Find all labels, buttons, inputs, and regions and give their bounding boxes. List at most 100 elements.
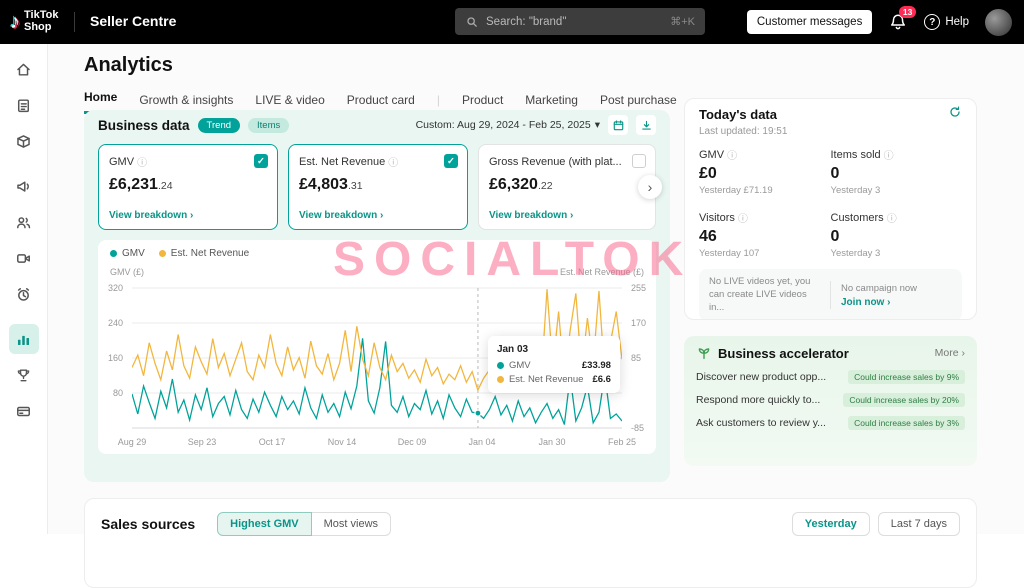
last-7-days-button[interactable]: Last 7 days [878, 512, 960, 536]
refresh-button[interactable] [948, 105, 962, 124]
caret-down-icon: ▾ [595, 119, 600, 131]
info-icon: ⓘ [884, 147, 894, 162]
sidebar-item-marketing[interactable] [9, 171, 39, 201]
x-axis-tick: Dec 09 [398, 437, 427, 447]
info-icon: ⓘ [137, 154, 147, 169]
today-metric-customers: Customersⓘ 0 Yesterday 3 [831, 210, 963, 259]
sales-increase-badge: Could increase sales by 9% [848, 370, 965, 384]
today-metrics-grid: GMVⓘ £0 Yesterday £71.19 Items soldⓘ 0 Y… [699, 147, 962, 259]
metric-sub: Yesterday £71.19 [699, 185, 831, 196]
business-data-title: Business data [98, 118, 190, 133]
live-notice-line1: No LIVE videos yet, you [709, 276, 820, 289]
gross-revenue-value-decimal: .22 [538, 180, 553, 192]
chart-plot-area[interactable]: Jan 03 GMV£33.98Est. Net Revenue£6.6 [132, 284, 622, 434]
sidebar-item-growth[interactable] [9, 360, 39, 390]
accelerator-more-link[interactable]: More › [935, 347, 965, 359]
tooltip-rows: GMV£33.98Est. Net Revenue£6.6 [497, 360, 611, 385]
avatar[interactable] [985, 9, 1012, 36]
right-axis-title: Est. Net Revenue (£) [560, 267, 644, 277]
gmv-value: £6,231 [109, 176, 158, 193]
net-revenue-checkbox[interactable]: ✓ [444, 154, 458, 168]
business-data-header: Business data Trend Items Custom: Aug 29… [98, 112, 656, 138]
x-axis-tick: Oct 17 [259, 437, 286, 447]
accelerator-item[interactable]: Ask customers to review y... Could incre… [696, 416, 965, 430]
sidebar-item-orders[interactable] [9, 90, 39, 120]
download-button[interactable] [636, 115, 656, 135]
topbar-divider [74, 12, 75, 32]
tooltip-point [475, 410, 481, 416]
users-icon [15, 214, 32, 231]
sprout-icon [696, 345, 712, 361]
legend-label: GMV [122, 248, 145, 259]
metric-label: Items sold [831, 149, 881, 161]
todays-data-panel: Today's data Last updated: 19:51 GMVⓘ £0… [684, 98, 977, 320]
legend-dot [159, 250, 166, 257]
legend-item[interactable]: Est. Net Revenue [159, 248, 249, 259]
gross-revenue-checkbox[interactable] [632, 154, 646, 168]
metric-sub: Yesterday 3 [831, 248, 963, 259]
sidebar-item-products[interactable] [9, 126, 39, 156]
chart-tooltip: Jan 03 GMV£33.98Est. Net Revenue£6.6 [488, 336, 620, 393]
metric-cards-row: GMVⓘ ✓ £6,231.24 View breakdown › Est. N… [98, 144, 656, 230]
x-axis-tick: Sep 23 [188, 437, 217, 447]
accelerator-item[interactable]: Discover new product opp... Could increa… [696, 370, 965, 384]
sidebar-item-live[interactable] [9, 243, 39, 273]
segment-most-views[interactable]: Most views [312, 512, 391, 536]
sidebar-item-promotions[interactable] [9, 279, 39, 309]
gmv-value-decimal: .24 [158, 180, 173, 192]
gross-revenue-card[interactable]: Gross Revenue (with plat...ⓘ £6,320.22 V… [478, 144, 656, 230]
sidebar-item-finance[interactable] [9, 396, 39, 426]
sales-sources-segmented-control: Highest GMV Most views [217, 512, 391, 536]
net-revenue-card-label: Est. Net Revenue [299, 156, 385, 168]
clipboard-icon [15, 97, 32, 114]
search-placeholder: Search: "brand" [486, 16, 663, 28]
join-now-link[interactable]: Join now › [841, 297, 952, 308]
gmv-breakdown-link[interactable]: View breakdown › [109, 210, 193, 221]
left-axis-ticks: 32024016080 [98, 284, 128, 434]
help-button[interactable]: ? Help [924, 14, 969, 30]
x-axis-tick: Nov 14 [328, 437, 357, 447]
sidebar-item-home[interactable] [9, 54, 39, 84]
gross-revenue-card-label: Gross Revenue (with plat... [489, 156, 622, 168]
question-icon: ? [924, 14, 940, 30]
info-icon: ⓘ [738, 210, 748, 225]
calendar-icon [612, 119, 625, 132]
customer-messages-button[interactable]: Customer messages [747, 10, 872, 34]
download-icon [640, 119, 653, 132]
notification-badge: 13 [899, 6, 916, 18]
campaign-notice: No campaign now Join now › [841, 283, 952, 308]
accelerator-item[interactable]: Respond more quickly to... Could increas… [696, 393, 965, 407]
segment-highest-gmv[interactable]: Highest GMV [217, 512, 311, 536]
page-title: Analytics [84, 54, 173, 77]
net-revenue-breakdown-link[interactable]: View breakdown › [299, 210, 383, 221]
net-revenue-card[interactable]: Est. Net Revenueⓘ ✓ £4,803.31 View break… [288, 144, 468, 230]
yesterday-button[interactable]: Yesterday [792, 512, 870, 536]
metric-label: Visitors [699, 212, 735, 224]
gross-revenue-breakdown-link[interactable]: View breakdown › [489, 210, 573, 221]
left-axis-tick: 160 [108, 353, 123, 363]
refresh-icon [948, 105, 962, 119]
app-name: Seller Centre [90, 13, 176, 29]
calendar-button[interactable] [608, 115, 628, 135]
sidebar-item-affiliate[interactable] [9, 207, 39, 237]
right-axis-tick: 85 [631, 353, 641, 363]
gmv-checkbox[interactable]: ✓ [254, 154, 268, 168]
brand-text: TikTok Shop [24, 10, 58, 33]
items-pill[interactable]: Items [248, 118, 289, 133]
home-icon [15, 61, 32, 78]
sidebar-item-analytics[interactable] [9, 324, 39, 354]
gmv-card[interactable]: GMVⓘ ✓ £6,231.24 View breakdown › [98, 144, 278, 230]
megaphone-icon [15, 178, 32, 195]
x-axis-tick: Jan 04 [468, 437, 495, 447]
legend-item[interactable]: GMV [110, 248, 145, 259]
tiktok-shop-logo[interactable]: ♪ TikTok Shop [10, 0, 58, 44]
notifications-button[interactable]: 13 [888, 12, 908, 32]
search-input[interactable]: Search: "brand" ⌘+K [455, 8, 705, 35]
info-icon: ⓘ [727, 147, 737, 162]
right-axis-tick: 170 [631, 318, 646, 328]
trend-pill[interactable]: Trend [198, 118, 240, 133]
todays-data-title: Today's data [699, 107, 777, 122]
gmv-card-label: GMV [109, 156, 134, 168]
cards-next-button[interactable]: › [638, 175, 662, 199]
date-range-selector[interactable]: Custom: Aug 29, 2024 - Feb 25, 2025 ▾ [416, 119, 600, 131]
